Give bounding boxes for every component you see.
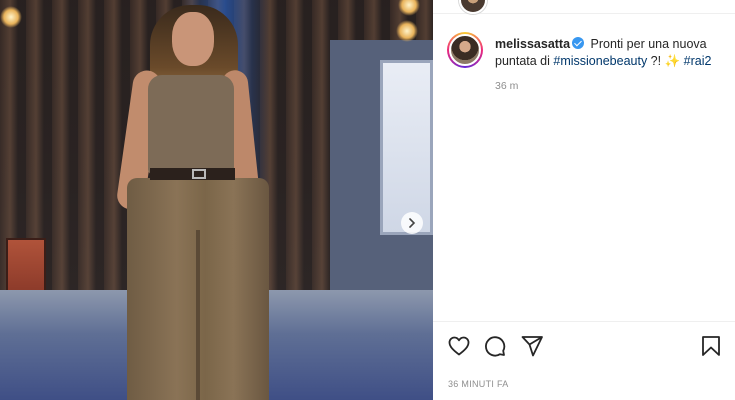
comment-icon [485,336,506,357]
comment-button[interactable] [483,334,507,358]
chevron-right-icon [409,218,416,228]
belt-buckle [192,169,206,179]
like-button[interactable] [447,334,471,358]
verified-badge-icon [572,37,585,49]
heart-icon [448,336,470,356]
save-button[interactable] [699,334,723,358]
avatar [449,34,481,66]
post-timestamp[interactable]: 36 MINUTI FA [448,379,509,389]
actions-divider [433,321,735,322]
stage-spotlight [396,20,418,42]
story-ring[interactable] [447,32,483,68]
next-photo-button[interactable] [401,212,423,234]
username-link[interactable]: melissasatta [495,37,570,51]
hashtag-link[interactable]: #rai2 [684,54,712,68]
caption-text: melissasatta Pronti per una nuova puntat… [495,36,723,70]
caption-body: ?! [647,54,665,68]
instagram-post: melissasatta Pronti per una nuova puntat… [0,0,735,400]
stage-spotlight [0,6,22,28]
stage-light-box [380,60,433,235]
hashtag-link[interactable]: #missionebeauty [553,54,647,68]
caption-timestamp[interactable]: 36 m [495,80,518,92]
bookmark-icon [702,336,720,356]
person-top [148,75,234,175]
share-button[interactable] [520,334,544,358]
send-icon [521,336,543,357]
sparkles-emoji: ✨ [664,54,681,68]
person-face [172,12,214,66]
post-side-panel: melissasatta Pronti per una nuova puntat… [433,0,735,400]
pants-seam [196,230,200,400]
post-photo[interactable] [0,0,433,400]
